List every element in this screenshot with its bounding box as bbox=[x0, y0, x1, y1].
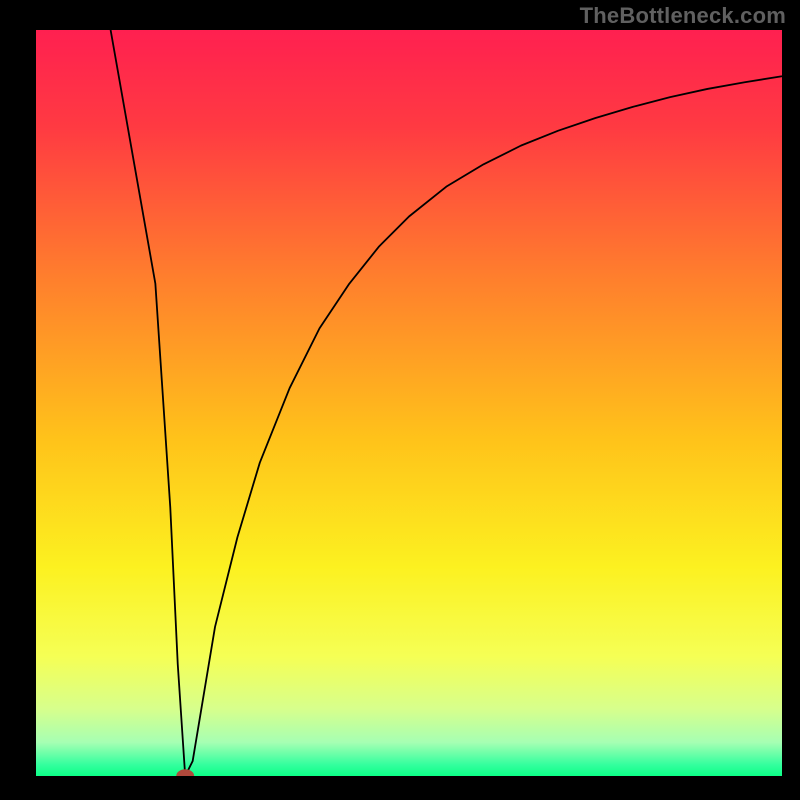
watermark-text: TheBottleneck.com bbox=[580, 3, 786, 29]
gradient-background bbox=[36, 30, 782, 776]
chart-plot bbox=[36, 30, 782, 776]
chart-frame: TheBottleneck.com bbox=[0, 0, 800, 800]
